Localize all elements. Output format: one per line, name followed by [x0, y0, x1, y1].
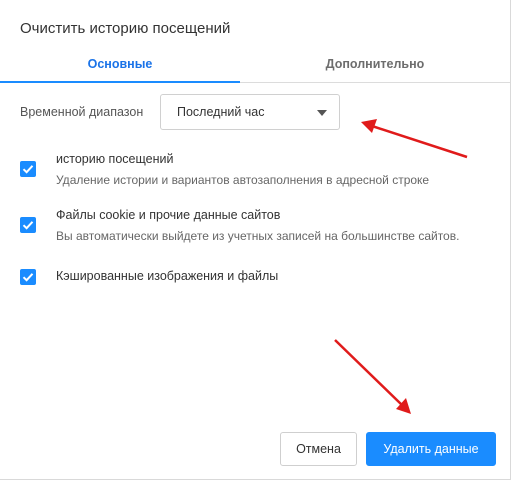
- checkmark-icon: [22, 165, 34, 174]
- arrow-to-delete-button: [334, 339, 411, 414]
- dialog-title: Очистить историю посещений: [20, 20, 231, 37]
- caret-down-icon: [317, 110, 327, 116]
- option-title: историю посещений: [56, 152, 174, 166]
- time-range-value: Последний час: [177, 105, 265, 119]
- option-description: Удаление истории и вариантов автозаполне…: [56, 173, 430, 187]
- option-cached-files: Кэшированные изображения и файлы: [18, 262, 498, 292]
- option-description: Вы автоматически выйдете из учетных запи…: [56, 229, 460, 243]
- cancel-button[interactable]: Отмена: [280, 432, 357, 466]
- delete-data-button[interactable]: Удалить данные: [366, 432, 496, 466]
- time-range-label: Временной диапазон: [20, 105, 144, 119]
- checkmark-icon: [22, 221, 34, 230]
- checkbox-cookies[interactable]: [20, 217, 36, 233]
- checkmark-icon: [22, 273, 34, 282]
- option-title: Кэшированные изображения и файлы: [56, 269, 279, 283]
- time-range-select[interactable]: Последний час: [160, 94, 340, 130]
- clear-history-dialog: Очистить историю посещений Основные Допо…: [0, 0, 511, 480]
- checkbox-browsing-history[interactable]: [20, 161, 36, 177]
- tab-bar: Основные Дополнительно: [0, 50, 510, 83]
- tab-basic[interactable]: Основные: [0, 50, 240, 83]
- option-cookies: Файлы cookie и прочие данные сайтов Вы а…: [18, 208, 498, 248]
- option-title: Файлы cookie и прочие данные сайтов: [56, 208, 281, 222]
- option-browsing-history: историю посещений Удаление истории и вар…: [18, 152, 498, 192]
- tab-advanced[interactable]: Дополнительно: [255, 50, 495, 81]
- checkbox-cached-files[interactable]: [20, 269, 36, 285]
